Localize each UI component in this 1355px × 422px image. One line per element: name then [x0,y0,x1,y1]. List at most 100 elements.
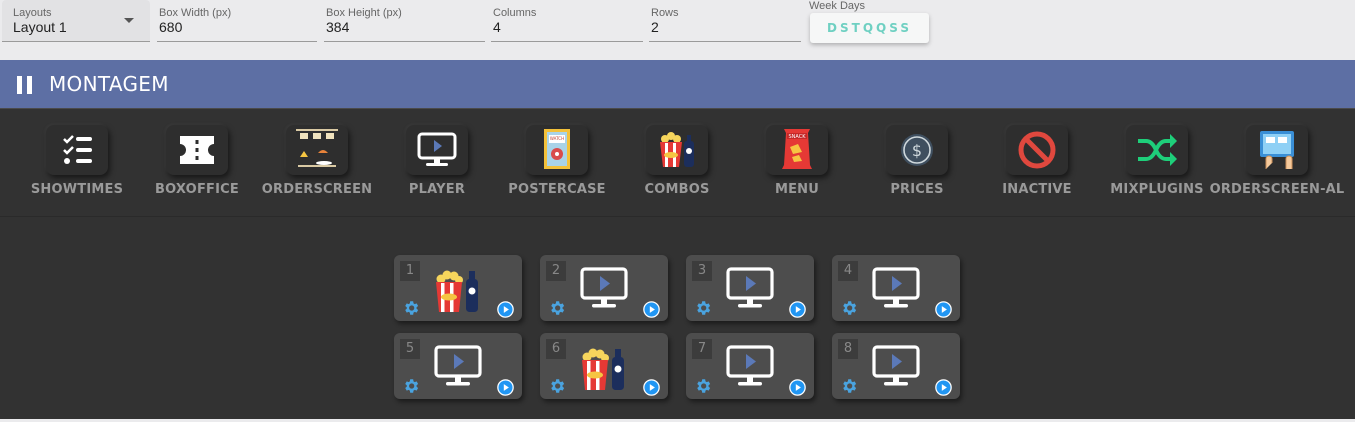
plugin-player[interactable]: PLAYER [377,125,497,205]
montagem-header: MONTAGEM [0,60,1355,108]
columns-field[interactable]: Columns 4 [491,0,643,42]
box-width-value: 680 [159,19,183,35]
box-number: 3 [692,261,712,281]
page-title: MONTAGEM [49,72,169,96]
popcorn-soda-icon [576,339,632,395]
plugin-label: INACTIVE [1002,182,1072,197]
popcorn-soda-icon [430,261,486,317]
play-icon[interactable] [497,301,514,318]
week-days-label: Week Days [809,0,866,12]
monitor-play-icon [576,261,632,317]
gear-icon[interactable] [694,299,712,317]
svg-text:WATCH: WATCH [550,136,564,141]
plugin-mixplugins[interactable]: MIXPLUGINS [1097,125,1217,205]
plugin-label: PRICES [890,182,944,197]
box-number: 2 [546,261,566,281]
plugin-label: PLAYER [408,182,466,197]
monitor-play-icon [406,125,468,175]
monitor-play-icon [722,339,778,395]
box-number: 5 [400,339,420,359]
order-screen-icon [286,125,348,175]
plugin-menu[interactable]: SNACK MENU [737,125,857,205]
svg-text:SNACK: SNACK [788,134,806,140]
plugin-toolbar: SHOWTIMES BOXOFFICE ORDERSCREEN PLAYER W… [0,108,1355,216]
rows-value: 2 [651,19,659,35]
gear-icon[interactable] [402,377,420,395]
plugin-boxoffice[interactable]: BOXOFFICE [137,125,257,205]
box-height-field[interactable]: Box Height (px) 384 [324,0,485,42]
monitor-play-icon [430,339,486,395]
play-icon[interactable] [789,379,806,396]
pause-icon[interactable] [17,76,33,94]
box-number: 4 [838,261,858,281]
play-icon[interactable] [643,379,660,396]
plugin-prices[interactable]: $ PRICES [857,125,977,205]
plugin-inactive[interactable]: INACTIVE [977,125,1097,205]
play-icon[interactable] [643,301,660,318]
columns-label: Columns [493,7,537,19]
popcorn-soda-icon [646,125,708,175]
gear-icon[interactable] [402,299,420,317]
plugin-label: MIXPLUGINS [1110,182,1204,197]
play-icon[interactable] [789,301,806,318]
plugin-postercase[interactable]: WATCH POSTERCASE [497,125,617,205]
layout-box[interactable]: 3 [686,255,814,321]
prohibited-icon [1006,125,1068,175]
box-number: 1 [400,261,420,281]
play-icon[interactable] [935,301,952,318]
caret-down-icon [124,18,134,23]
svg-text:$: $ [912,141,922,160]
layout-box[interactable]: 5 [394,333,522,399]
play-icon[interactable] [935,379,952,396]
dollar-icon: $ [886,125,948,175]
gear-icon[interactable] [694,377,712,395]
plugin-label: BOXOFFICE [155,182,239,197]
layouts-label: Layouts [13,7,52,19]
box-height-label: Box Height (px) [326,7,402,19]
checklist-icon [46,125,108,175]
plugin-showtimes[interactable]: SHOWTIMES [17,125,137,205]
rows-label: Rows [651,7,679,19]
layout-box[interactable]: 1 [394,255,522,321]
layout-box[interactable]: 8 [832,333,960,399]
box-number: 7 [692,339,712,359]
layout-form: Layouts Layout 1 Box Width (px) 680 Box … [0,0,1355,60]
monitor-play-icon [722,261,778,317]
layouts-select[interactable]: Layouts Layout 1 [2,0,150,42]
box-number: 6 [546,339,566,359]
layout-box[interactable]: 2 [540,255,668,321]
box-width-label: Box Width (px) [159,7,232,19]
week-days-button[interactable]: DSTQQSS [810,13,929,43]
plugin-orderscreen[interactable]: ORDERSCREEN [257,125,377,205]
plugin-label: ORDERSCREEN-AL [1209,182,1345,197]
gear-icon[interactable] [840,299,858,317]
plugin-orderscreen-al[interactable]: ORDERSCREEN-AL [1210,125,1344,205]
poster-icon: WATCH [526,125,588,175]
layout-box[interactable]: 7 [686,333,814,399]
ticket-icon [166,125,228,175]
gear-icon[interactable] [548,299,566,317]
plugin-label: ORDERSCREEN [261,182,373,197]
monitor-play-icon [868,261,924,317]
play-icon[interactable] [497,379,514,396]
rows-field[interactable]: Rows 2 [649,0,801,42]
shuffle-icon [1126,125,1188,175]
box-height-value: 384 [326,19,350,35]
layout-box[interactable]: 6 [540,333,668,399]
monitor-play-icon [868,339,924,395]
box-width-field[interactable]: Box Width (px) 680 [157,0,317,42]
gear-icon[interactable] [840,377,858,395]
gear-icon[interactable] [548,377,566,395]
columns-value: 4 [493,19,501,35]
box-number: 8 [838,339,858,359]
touch-screen-icon [1246,125,1308,175]
plugin-combos[interactable]: COMBOS [617,125,737,205]
plugin-label: SHOWTIMES [30,182,124,197]
layout-box[interactable]: 4 [832,255,960,321]
layouts-value: Layout 1 [13,19,67,35]
snack-bag-icon: SNACK [766,125,828,175]
layout-grid-area [0,216,1355,420]
plugin-label: MENU [774,182,820,197]
plugin-label: POSTERCASE [508,182,606,197]
plugin-label: COMBOS [644,182,710,197]
